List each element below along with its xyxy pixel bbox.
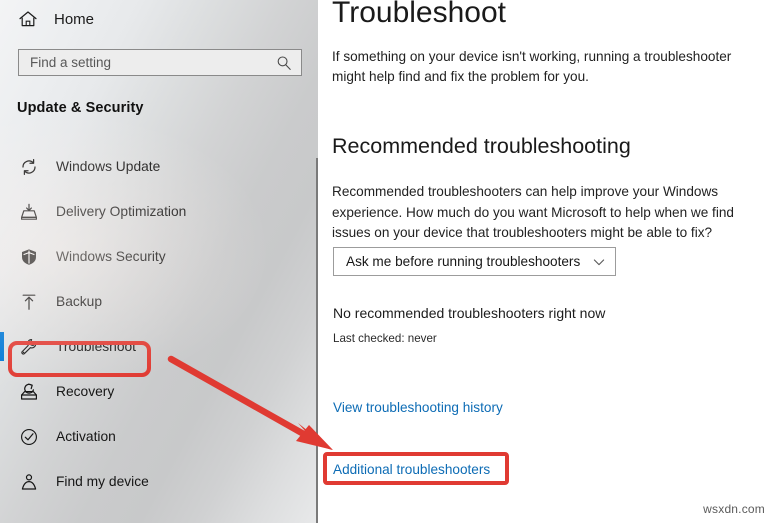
section-heading: Recommended troubleshooting	[332, 134, 631, 158]
watermark: wsxdn.com	[703, 502, 765, 516]
sidebar-item-backup[interactable]: Backup	[0, 287, 316, 316]
settings-window: Home Update & Security	[0, 0, 775, 523]
search-icon[interactable]	[276, 55, 292, 71]
sidebar-item-label: Windows Security	[56, 249, 166, 264]
section-paragraph: Recommended troubleshooters can help imp…	[332, 184, 734, 240]
dropdown-selected-value: Ask me before running troubleshooters	[346, 254, 581, 269]
page-title: Troubleshoot	[332, 0, 506, 29]
recovery-icon	[19, 382, 39, 402]
shield-icon	[19, 247, 39, 267]
sidebar-item-label: Windows Update	[56, 159, 161, 174]
sidebar-item-windows-update[interactable]: Windows Update	[0, 152, 316, 181]
status-text: No recommended troubleshooters right now	[333, 305, 606, 321]
refresh-icon	[19, 157, 39, 177]
sidebar-item-activation[interactable]: Activation	[0, 422, 316, 451]
upload-arrow-icon	[19, 292, 39, 312]
sidebar-item-label: Backup	[56, 294, 103, 309]
wrench-icon	[19, 337, 39, 357]
recommended-troubleshooting-dropdown[interactable]: Ask me before running troubleshooters	[333, 247, 616, 276]
check-circle-icon	[19, 427, 39, 447]
search-input[interactable]	[19, 49, 272, 76]
home-icon	[17, 8, 39, 30]
person-pin-icon	[19, 472, 39, 492]
sidebar-item-label: Delivery Optimization	[56, 204, 187, 219]
sidebar-item-delivery-optimization[interactable]: Delivery Optimization	[0, 197, 316, 226]
main-panel: Troubleshoot If something on your device…	[318, 0, 775, 523]
link-view-troubleshooting-history[interactable]: View troubleshooting history	[333, 400, 503, 415]
search-box[interactable]	[18, 49, 302, 76]
download-box-icon	[19, 202, 39, 222]
sidebar-section-title: Update & Security	[17, 100, 144, 116]
intro-text: If something on your device isn't workin…	[332, 49, 732, 84]
sidebar: Home Update & Security	[0, 0, 318, 523]
last-checked-text: Last checked: never	[333, 332, 437, 345]
chevron-down-icon[interactable]	[592, 255, 606, 269]
sidebar-item-find-my-device[interactable]: Find my device	[0, 467, 316, 496]
sidebar-item-windows-security[interactable]: Windows Security	[0, 242, 316, 271]
sidebar-item-label: Activation	[56, 429, 116, 444]
sidebar-home-label: Home	[54, 10, 95, 28]
sidebar-item-label: Recovery	[56, 384, 115, 399]
sidebar-item-label: Find my device	[56, 474, 149, 489]
sidebar-nav: Windows Update Delivery Optimization Win…	[0, 152, 316, 512]
link-additional-troubleshooters[interactable]: Additional troubleshooters	[333, 462, 490, 477]
sidebar-item-label: Troubleshoot	[56, 339, 137, 354]
sidebar-home[interactable]: Home	[0, 2, 300, 36]
sidebar-item-recovery[interactable]: Recovery	[0, 377, 316, 406]
sidebar-item-troubleshoot[interactable]: Troubleshoot	[0, 332, 316, 361]
